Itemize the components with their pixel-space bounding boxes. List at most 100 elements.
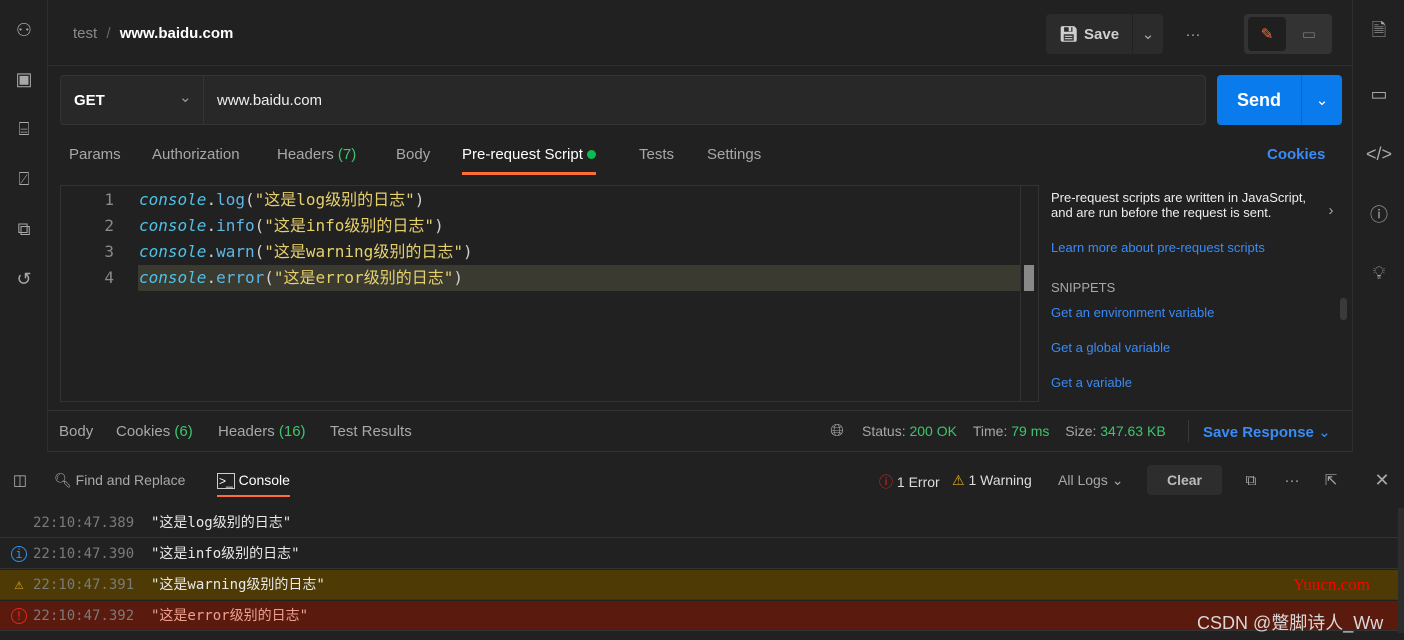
code-line[interactable]: console.log("这是log级别的日志"): [139, 187, 424, 213]
response-tab-test-results[interactable]: Test Results: [330, 423, 412, 440]
code-line[interactable]: console.info("这是info级别的日志"): [139, 213, 444, 239]
snippets-title: SNIPPETS: [1051, 280, 1116, 295]
line-number: 3: [104, 242, 114, 261]
error-icon: ⓘ: [879, 474, 893, 490]
view-toggle: ✎ ▭: [1244, 14, 1332, 54]
breadcrumb-parent[interactable]: test: [73, 25, 97, 42]
save-label: Save: [1084, 25, 1120, 43]
info-icon: i: [11, 546, 27, 562]
cookies-link[interactable]: Cookies: [1267, 146, 1325, 163]
snippet-item[interactable]: Get a variable: [1051, 375, 1132, 390]
console-tab[interactable]: >_ Console: [217, 472, 290, 497]
log-level-select[interactable]: All Logs ⌄: [1058, 472, 1123, 489]
tab-params[interactable]: Params: [69, 146, 121, 163]
tab-settings[interactable]: Settings: [707, 146, 761, 163]
header: test / www.baidu.com 💾︎ Save ⌄ ··· ✎ ▭: [48, 0, 1352, 66]
pop-out-icon[interactable]: ⇱: [1321, 470, 1341, 490]
tab-pre-request-script[interactable]: Pre-request Script: [462, 146, 597, 175]
send-button[interactable]: Send: [1217, 75, 1301, 125]
response-tab-body[interactable]: Body: [59, 423, 93, 440]
url-bar: GET ⌄: [60, 75, 1206, 125]
documentation-icon[interactable]: 🗎︎: [1353, 18, 1404, 48]
response-meta: Status: 200 OK Time: 79 ms Size: 347.63 …: [862, 423, 1166, 439]
log-message: "这是info级别的日志": [151, 546, 300, 562]
divider: [1188, 420, 1189, 442]
line-number: 2: [104, 216, 114, 235]
snippet-item[interactable]: Get an environment variable: [1051, 305, 1214, 320]
log-timestamp: 22:10:47.390: [33, 546, 135, 562]
chevron-down-icon: ⌄: [179, 89, 192, 106]
help-text: Pre-request scripts are written in JavaS…: [1051, 190, 1307, 220]
error-count[interactable]: ⓘ 1 Error: [879, 472, 940, 492]
tab-headers[interactable]: Headers (7): [277, 146, 356, 163]
learn-more-link[interactable]: Learn more about pre-request scripts: [1051, 240, 1265, 255]
info-icon[interactable]: ⓘ: [1353, 199, 1404, 229]
method-select[interactable]: GET ⌄: [61, 76, 204, 124]
status-value: 200 OK: [909, 423, 957, 439]
console-row-log[interactable]: 22:10:47.389 "这是log级别的日志": [0, 508, 1398, 538]
time-value: 79 ms: [1011, 423, 1050, 439]
url-input[interactable]: [211, 86, 1191, 114]
more-options-icon[interactable]: ···: [1282, 470, 1302, 490]
log-timestamp: 22:10:47.389: [33, 515, 135, 531]
code-line[interactable]: console.error("这是error级别的日志"): [139, 265, 463, 291]
more-options-icon[interactable]: ···: [1178, 14, 1208, 54]
right-sidebar: 🗎︎ ▭ </> ⓘ 💡︎: [1352, 0, 1404, 452]
tab-authorization[interactable]: Authorization: [152, 146, 240, 163]
environments-icon[interactable]: ⌸: [0, 114, 48, 144]
toggle-sidebar-icon[interactable]: ◫: [10, 470, 30, 490]
history-icon[interactable]: ↺: [0, 264, 48, 294]
console-row-warning[interactable]: ⚠ 22:10:47.391 "这是warning级别的日志": [0, 570, 1398, 600]
editor-scrollbar[interactable]: [1020, 186, 1038, 401]
log-message: "这是error级别的日志": [151, 608, 309, 624]
find-replace-tab[interactable]: 🔍︎ Find and Replace: [54, 472, 185, 489]
console-scrollbar[interactable]: [1398, 508, 1404, 633]
comment-icon[interactable]: ▭: [1290, 17, 1328, 51]
console-row-error[interactable]: ! 22:10:47.392 "这是error级别的日志": [0, 601, 1398, 631]
size-value: 347.63 KB: [1100, 423, 1166, 439]
terminal-icon: >_: [217, 473, 235, 489]
breadcrumb-separator: /: [106, 25, 111, 42]
apis-icon[interactable]: ▣: [0, 64, 48, 94]
flows-icon[interactable]: ⧉: [0, 214, 48, 244]
collections-icon[interactable]: ⚇: [0, 15, 48, 45]
response-tab-cookies[interactable]: Cookies (6): [116, 423, 193, 440]
breadcrumb: test / www.baidu.com: [73, 25, 233, 42]
editor-scroll-marker: [1024, 265, 1034, 291]
breadcrumb-current: www.baidu.com: [119, 25, 234, 42]
line-number: 4: [104, 268, 114, 287]
snippet-item[interactable]: Get a global variable: [1051, 340, 1170, 355]
close-icon[interactable]: ✕: [1372, 470, 1392, 490]
response-tab-headers[interactable]: Headers (16): [218, 423, 306, 440]
search-icon: 🔍︎: [54, 472, 72, 488]
help-scrollbar[interactable]: [1340, 298, 1347, 320]
log-message: "这是log级别的日志": [151, 515, 292, 531]
line-number: 1: [104, 190, 114, 209]
copy-icon[interactable]: ⧉: [1241, 470, 1261, 490]
log-timestamp: 22:10:47.392: [33, 608, 135, 624]
watermark-csdn: CSDN @蹩脚诗人_Ww: [1197, 613, 1384, 633]
tab-tests[interactable]: Tests: [639, 146, 674, 163]
clear-button[interactable]: Clear: [1147, 465, 1222, 495]
console-row-info[interactable]: i 22:10:47.390 "这是info级别的日志": [0, 539, 1398, 569]
lightbulb-icon[interactable]: 💡︎: [1353, 258, 1404, 288]
save-response-button[interactable]: Save Response ⌄: [1203, 423, 1331, 441]
send-dropdown-chevron-icon[interactable]: ⌄: [1301, 75, 1342, 125]
code-line[interactable]: console.warn("这是warning级别的日志"): [139, 239, 473, 265]
log-timestamp: 22:10:47.391: [33, 577, 135, 593]
warning-count[interactable]: ⚠ 1 Warning: [952, 472, 1032, 489]
monitors-icon[interactable]: ⍁: [0, 164, 48, 194]
code-icon[interactable]: </>: [1353, 139, 1404, 169]
tab-body[interactable]: Body: [396, 146, 430, 163]
comments-icon[interactable]: ▭: [1353, 79, 1404, 109]
warning-icon: ⚠: [952, 472, 965, 488]
save-button[interactable]: 💾︎ Save: [1046, 14, 1132, 54]
watermark-yuucn: Yuucn.com: [1293, 575, 1370, 594]
active-dot-icon: [587, 150, 597, 159]
edit-pencil-icon[interactable]: ✎: [1248, 17, 1286, 51]
chevron-right-icon[interactable]: ›: [1324, 200, 1338, 220]
method-value: GET: [74, 92, 105, 109]
send-button-group: Send ⌄: [1217, 75, 1342, 125]
save-dropdown-chevron-icon[interactable]: ⌄: [1133, 14, 1163, 54]
globe-icon[interactable]: 🌐︎: [827, 421, 847, 441]
